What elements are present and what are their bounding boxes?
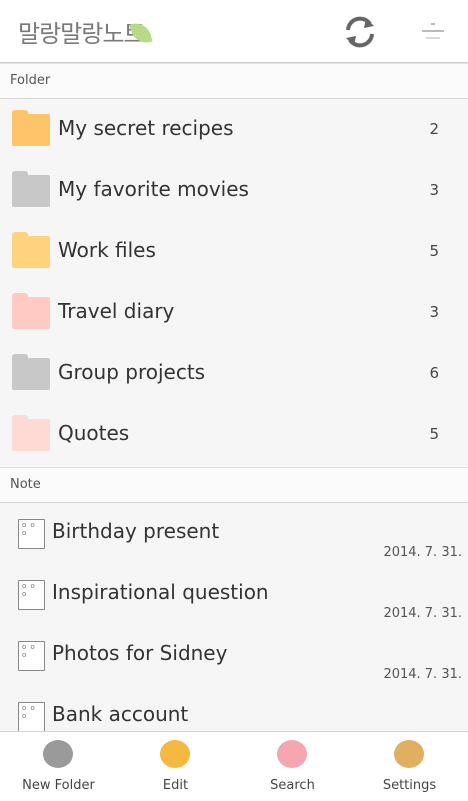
folder-list: My secret recipes 2 My favorite movies 3… <box>0 98 468 464</box>
bottom-navigation: New Folder Edit Search Settings <box>0 731 468 801</box>
folder-name: My favorite movies <box>58 177 249 201</box>
folder-item[interactable]: My favorite movies 3 <box>0 159 468 220</box>
rabbit-folder-icon <box>12 415 50 451</box>
folder-section-title: Folder <box>10 73 51 88</box>
folder-section-header: Folder <box>0 63 468 99</box>
note-section-title: Note <box>10 477 41 492</box>
note-title: Inspirational question <box>52 580 269 604</box>
note-title: Photos for Sidney <box>52 641 228 665</box>
folder-count: 3 <box>429 303 439 321</box>
note-title: Bank account <box>52 702 189 726</box>
folder-name: Travel diary <box>58 299 175 323</box>
note-icon: o o o <box>18 702 45 732</box>
note-item[interactable]: o o o Inspirational question 2014. 7. 31… <box>0 564 468 625</box>
folder-item[interactable]: Work files 5 <box>0 220 468 281</box>
lion-icon <box>160 740 190 768</box>
folder-item[interactable]: Group projects 6 <box>0 342 468 403</box>
edit-label: Edit <box>162 778 189 793</box>
cat-icon <box>43 740 73 768</box>
folder-count: 2 <box>429 120 439 138</box>
note-icon: o o o <box>18 519 45 549</box>
new-folder-button[interactable]: New Folder <box>0 732 117 801</box>
folder-name: Quotes <box>58 421 130 445</box>
folder-count: 6 <box>429 364 439 382</box>
folder-count: 3 <box>429 181 439 199</box>
folder-item[interactable]: Travel diary 3 <box>0 281 468 342</box>
note-item[interactable]: o o o Birthday present 2014. 7. 31. <box>0 503 468 564</box>
note-icon: o o o <box>18 580 45 610</box>
folder-name: Group projects <box>58 360 206 384</box>
new-folder-label: New Folder <box>22 778 95 793</box>
folder-count: 5 <box>429 242 439 260</box>
lion-folder-icon <box>12 110 50 146</box>
note-icon: o o o <box>18 641 45 671</box>
pig-folder-icon <box>12 293 50 329</box>
settings-button[interactable]: Settings <box>351 732 468 801</box>
note-date: 2014. 7. 31. <box>383 606 462 621</box>
sync-icon[interactable] <box>342 14 378 50</box>
note-list: o o o Birthday present 2014. 7. 31. o o … <box>0 503 468 747</box>
folder-name: My secret recipes <box>58 116 234 140</box>
folder-item[interactable]: My secret recipes 2 <box>0 98 468 159</box>
edit-button[interactable]: Edit <box>117 732 234 801</box>
dog-folder-icon <box>12 232 50 268</box>
dog-icon <box>394 740 424 768</box>
settings-label: Settings <box>382 778 437 793</box>
search-button[interactable]: Search <box>234 732 351 801</box>
search-label: Search <box>270 778 315 793</box>
note-date: 2014. 7. 31. <box>383 667 462 682</box>
folder-count: 5 <box>429 425 439 443</box>
top-bar: 말랑말랑노트 <box>0 0 468 63</box>
cat-folder-icon <box>12 171 50 207</box>
pig-icon <box>277 740 307 768</box>
folder-name: Work files <box>58 238 156 262</box>
note-section-header: Note <box>0 467 468 503</box>
cat-folder-icon <box>12 354 50 390</box>
folder-item[interactable]: Quotes 5 <box>0 403 468 464</box>
note-date: 2014. 7. 31. <box>383 545 462 560</box>
note-title: Birthday present <box>52 519 220 543</box>
app-logo: 말랑말랑노트 <box>18 20 145 48</box>
menu-icon[interactable] <box>418 16 448 46</box>
note-item[interactable]: o o o Photos for Sidney 2014. 7. 31. <box>0 625 468 686</box>
